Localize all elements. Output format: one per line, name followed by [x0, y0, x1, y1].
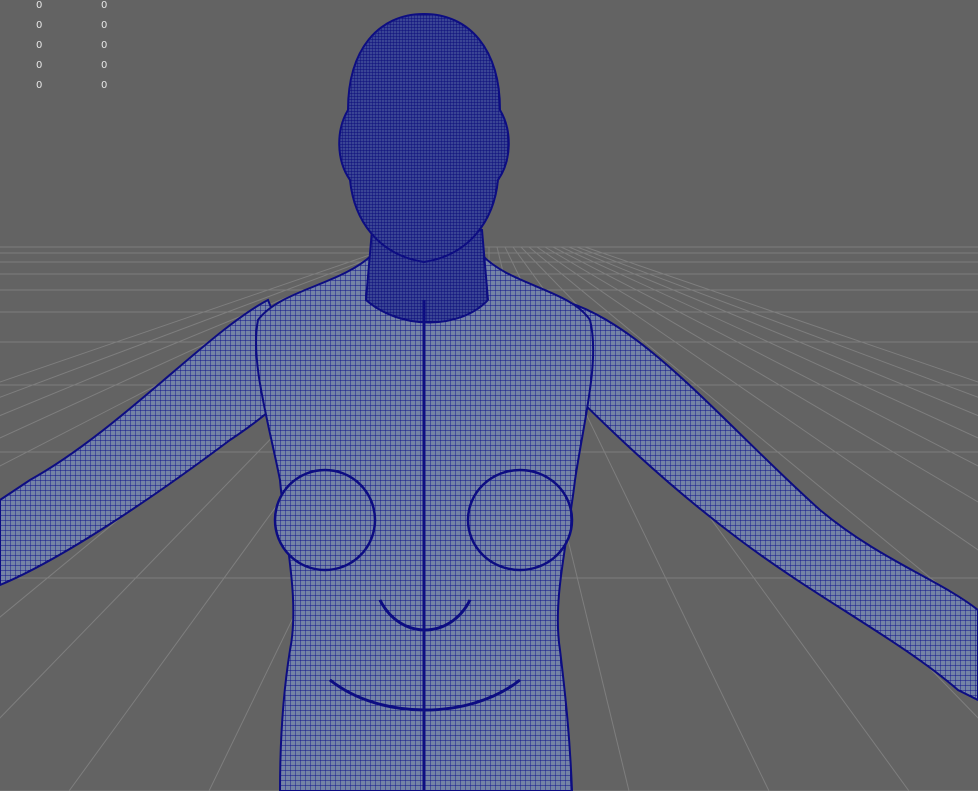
hud-value: 0	[101, 0, 108, 11]
character-wireframe-mesh[interactable]	[0, 12, 978, 791]
hud-value: 0	[36, 0, 43, 11]
left-breast-mesh	[273, 468, 377, 572]
right-breast-mesh	[466, 468, 574, 572]
hud-value: 0	[101, 40, 108, 51]
head-mesh	[338, 12, 510, 264]
hud-value: 0	[36, 60, 43, 71]
perspective-viewport[interactable]: 0 0 0 0 0 0 0 0 0 0	[0, 0, 978, 791]
viewport-scene[interactable]	[0, 0, 978, 791]
hud-value: 0	[36, 20, 43, 31]
hud-value: 0	[101, 20, 108, 31]
hud-value: 0	[101, 80, 108, 91]
hud-value: 0	[36, 80, 43, 91]
hud-value: 0	[36, 40, 43, 51]
hud-value: 0	[101, 60, 108, 71]
